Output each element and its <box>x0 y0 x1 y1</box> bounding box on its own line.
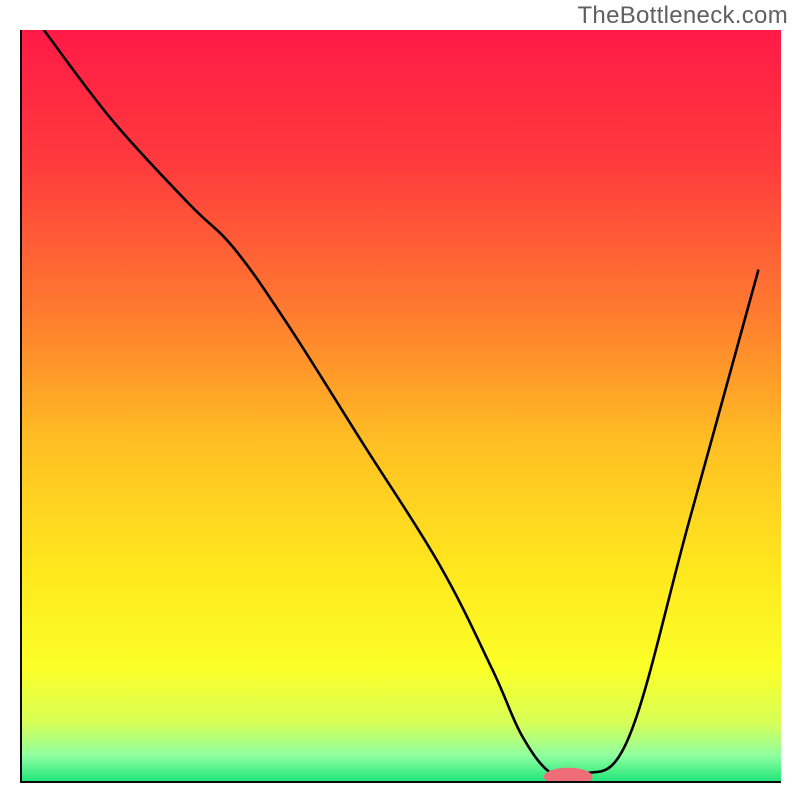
chart-svg <box>0 0 800 800</box>
optimum-marker <box>544 768 593 786</box>
gradient-background <box>21 30 781 782</box>
watermark-text: TheBottleneck.com <box>577 2 788 30</box>
bottleneck-chart: TheBottleneck.com <box>0 0 800 800</box>
plot-area <box>21 30 781 786</box>
